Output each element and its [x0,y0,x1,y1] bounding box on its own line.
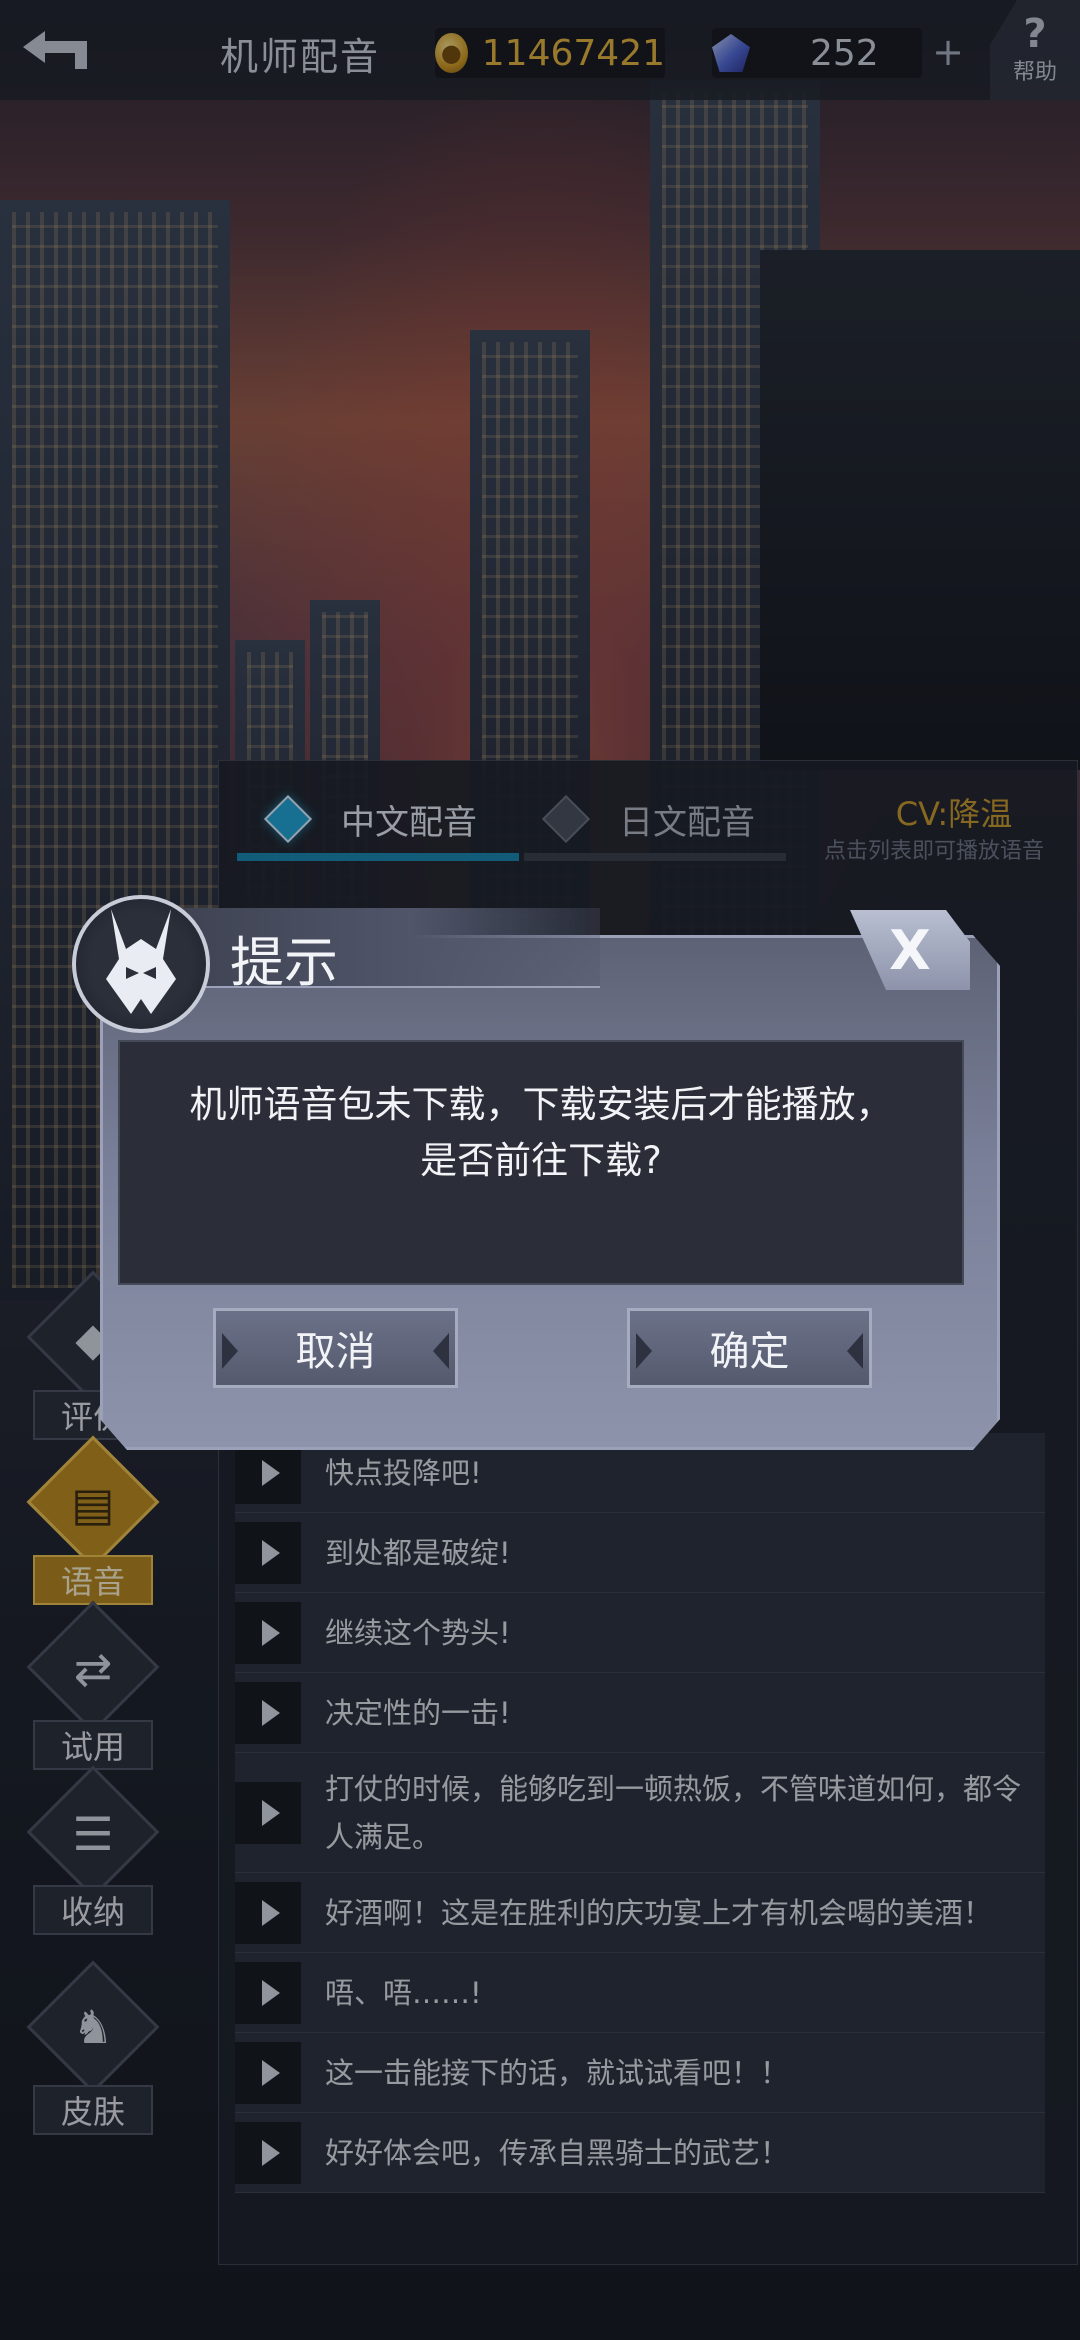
dialog-message-line: 是否前往下载? [420,1139,662,1182]
dialog-message-box: 机师语音包未下载，下载安装后才能播放， 是否前往下载? [118,1040,964,1285]
confirm-label: 确定 [709,1329,790,1375]
mech-emblem-icon [72,895,210,1033]
confirm-button[interactable]: 确定 [627,1308,872,1388]
mech-head-icon [106,909,176,1014]
cancel-label: 取消 [295,1329,376,1375]
dialog-message: 机师语音包未下载，下载安装后才能播放， 是否前往下载? [141,1077,941,1189]
screen: 机师配音 ● 11467421 252 + ? 帮助 中文配音 日文配音 CV:… [0,0,1080,2340]
dialog-message-line: 机师语音包未下载，下载安装后才能播放， [189,1083,893,1126]
dialog-title: 提示 [230,931,338,994]
cancel-button[interactable]: 取消 [213,1308,458,1388]
